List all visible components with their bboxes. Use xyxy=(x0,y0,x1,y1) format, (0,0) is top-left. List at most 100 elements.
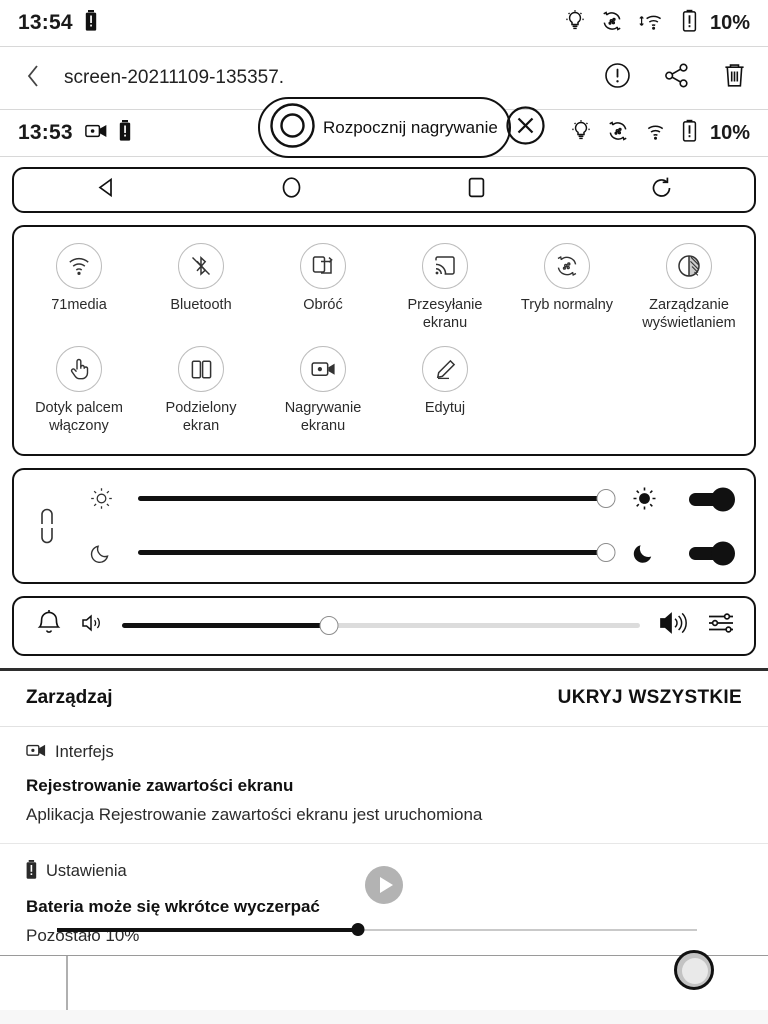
slider-fill xyxy=(138,550,606,555)
status-bar-right: 10% xyxy=(563,9,750,38)
share-icon[interactable] xyxy=(662,61,691,95)
tile-empty xyxy=(506,344,628,443)
media-scrubber[interactable] xyxy=(57,923,697,936)
hide-all-button[interactable]: UKRYJ WSZYSTKIE xyxy=(558,687,742,709)
slider-knob[interactable] xyxy=(596,489,616,508)
tile-wifi[interactable]: 71media xyxy=(18,241,140,340)
refresh-mode-icon xyxy=(600,9,624,38)
tile-label: Podzielony ekran xyxy=(165,400,237,435)
back-nav-button[interactable] xyxy=(14,175,199,205)
floating-action-button[interactable] xyxy=(674,950,714,990)
home-nav-button[interactable] xyxy=(199,175,384,205)
clock-top: 13:54 xyxy=(18,11,73,34)
slider-fill xyxy=(138,496,606,501)
quick-tiles-panel: 71media Bluetooth Obróć Przesyłanie ekran… xyxy=(12,225,756,456)
play-icon xyxy=(379,877,393,893)
tile-edit[interactable]: Edytuj xyxy=(384,344,506,443)
status-bar-second-right: 10% xyxy=(569,119,750,148)
edit-pencil-icon xyxy=(422,346,468,393)
screen-record-icon xyxy=(26,743,46,763)
bulb-icon xyxy=(569,119,593,148)
wifi-icon xyxy=(56,243,102,289)
cool-light-toggle[interactable] xyxy=(682,539,744,567)
tile-label: 71media xyxy=(51,297,107,313)
battery-alert-icon xyxy=(119,120,131,146)
tile-label: Tryb normalny xyxy=(520,297,614,313)
cool-brightness-slider[interactable] xyxy=(138,542,616,564)
tile-bluetooth[interactable]: Bluetooth xyxy=(140,241,262,340)
contrast-icon xyxy=(666,243,712,289)
status-bar-top: 13:54 10% xyxy=(0,0,768,46)
slider-fill xyxy=(122,623,330,628)
sun-filled-icon xyxy=(622,486,666,511)
navigation-bar xyxy=(12,167,756,213)
wifi-transfer-icon xyxy=(637,9,669,38)
record-circle-icon[interactable] xyxy=(268,101,317,155)
recents-nav-button[interactable] xyxy=(384,175,569,205)
info-icon[interactable] xyxy=(603,61,632,95)
recording-pill-label: Rozpocznij nagrywanie xyxy=(323,117,498,137)
fab-circle-icon xyxy=(682,958,708,984)
refresh-mode-icon xyxy=(606,119,630,148)
refresh-nav-button[interactable] xyxy=(569,175,754,206)
notification-item[interactable]: Ustawienia Bateria może się wkrótce wycz… xyxy=(0,843,768,965)
warm-brightness-slider[interactable] xyxy=(138,488,616,510)
tile-split-screen[interactable]: Podzielony ekran xyxy=(140,344,262,443)
manage-button[interactable]: Zarządzaj xyxy=(26,687,113,709)
tile-cast[interactable]: Przesyłanie ekranu xyxy=(384,241,506,340)
tile-label: Bluetooth xyxy=(170,297,232,313)
notification-app-name: Interfejs xyxy=(55,743,114,761)
battery-alert-icon xyxy=(682,119,697,147)
tile-label: Obróć xyxy=(303,297,343,313)
bulb-icon xyxy=(563,9,587,38)
wifi-icon xyxy=(643,119,669,148)
bottom-strip xyxy=(0,1010,768,1024)
bell-icon[interactable] xyxy=(36,609,62,642)
tile-label: Zarządzanie wyświetlaniem xyxy=(642,297,736,332)
link-chain-icon[interactable] xyxy=(14,505,80,547)
back-button[interactable] xyxy=(18,61,48,96)
status-bar-left: 13:54 xyxy=(18,10,97,36)
volume-slider[interactable] xyxy=(122,615,640,637)
tile-label: Przesyłanie ekranu xyxy=(407,297,483,332)
sliders-icon[interactable] xyxy=(706,610,736,641)
slider-knob[interactable] xyxy=(596,543,616,562)
notification-item[interactable]: Interfejs Rejestrowanie zawartości ekran… xyxy=(0,726,768,844)
scrubber-knob[interactable] xyxy=(351,923,365,936)
vertical-divider xyxy=(66,956,68,1011)
screen-record-icon xyxy=(300,346,346,393)
battery-percent-second: 10% xyxy=(709,121,750,144)
notification-header: Zarządzaj UKRYJ WSZYSTKIE xyxy=(0,670,768,727)
moon-outline-icon xyxy=(80,541,122,564)
delete-icon[interactable] xyxy=(721,61,748,95)
tile-label: Dotyk palcem włączony xyxy=(35,400,123,435)
rotate-screen-icon xyxy=(300,243,346,289)
sun-outline-icon xyxy=(80,487,122,510)
tile-rotate[interactable]: Obróć xyxy=(262,241,384,340)
tile-refresh-mode[interactable]: Tryb normalny xyxy=(506,241,628,340)
slider-knob[interactable] xyxy=(319,616,339,635)
scrubber-fill xyxy=(57,928,358,932)
cast-icon xyxy=(422,243,468,289)
file-name-title: screen-20211109-135357. xyxy=(64,67,285,88)
tile-screen-record[interactable]: Nagrywanie ekranu xyxy=(262,344,384,443)
home-nav-icon xyxy=(279,175,304,205)
tile-finger-touch[interactable]: Dotyk palcem włączony xyxy=(18,344,140,443)
app-toolbar: screen-20211109-135357. Rozpocznij nagry… xyxy=(0,47,768,158)
battery-alert-icon xyxy=(682,9,697,37)
status-bar-second-left: 13:53 xyxy=(18,120,131,146)
moon-filled-icon xyxy=(622,540,666,565)
notification-body: Aplikacja Rejestrowanie zawartości ekran… xyxy=(26,804,483,824)
warm-brightness-row xyxy=(80,485,754,513)
close-circle-icon[interactable] xyxy=(504,104,547,152)
notification-title: Rejestrowanie zawartości ekranu xyxy=(26,775,294,795)
toolbar-actions xyxy=(603,61,748,95)
clock-second: 13:53 xyxy=(18,121,73,144)
battery-alert-icon xyxy=(85,10,97,36)
play-button-overlay[interactable] xyxy=(365,866,403,904)
screen-record-icon xyxy=(84,123,107,144)
warm-light-toggle[interactable] xyxy=(682,485,744,513)
volume-high-icon[interactable] xyxy=(658,610,688,641)
recording-pill[interactable]: Rozpocznij nagrywanie xyxy=(258,97,545,158)
tile-display-management[interactable]: Zarządzanie wyświetlaniem xyxy=(628,241,750,340)
